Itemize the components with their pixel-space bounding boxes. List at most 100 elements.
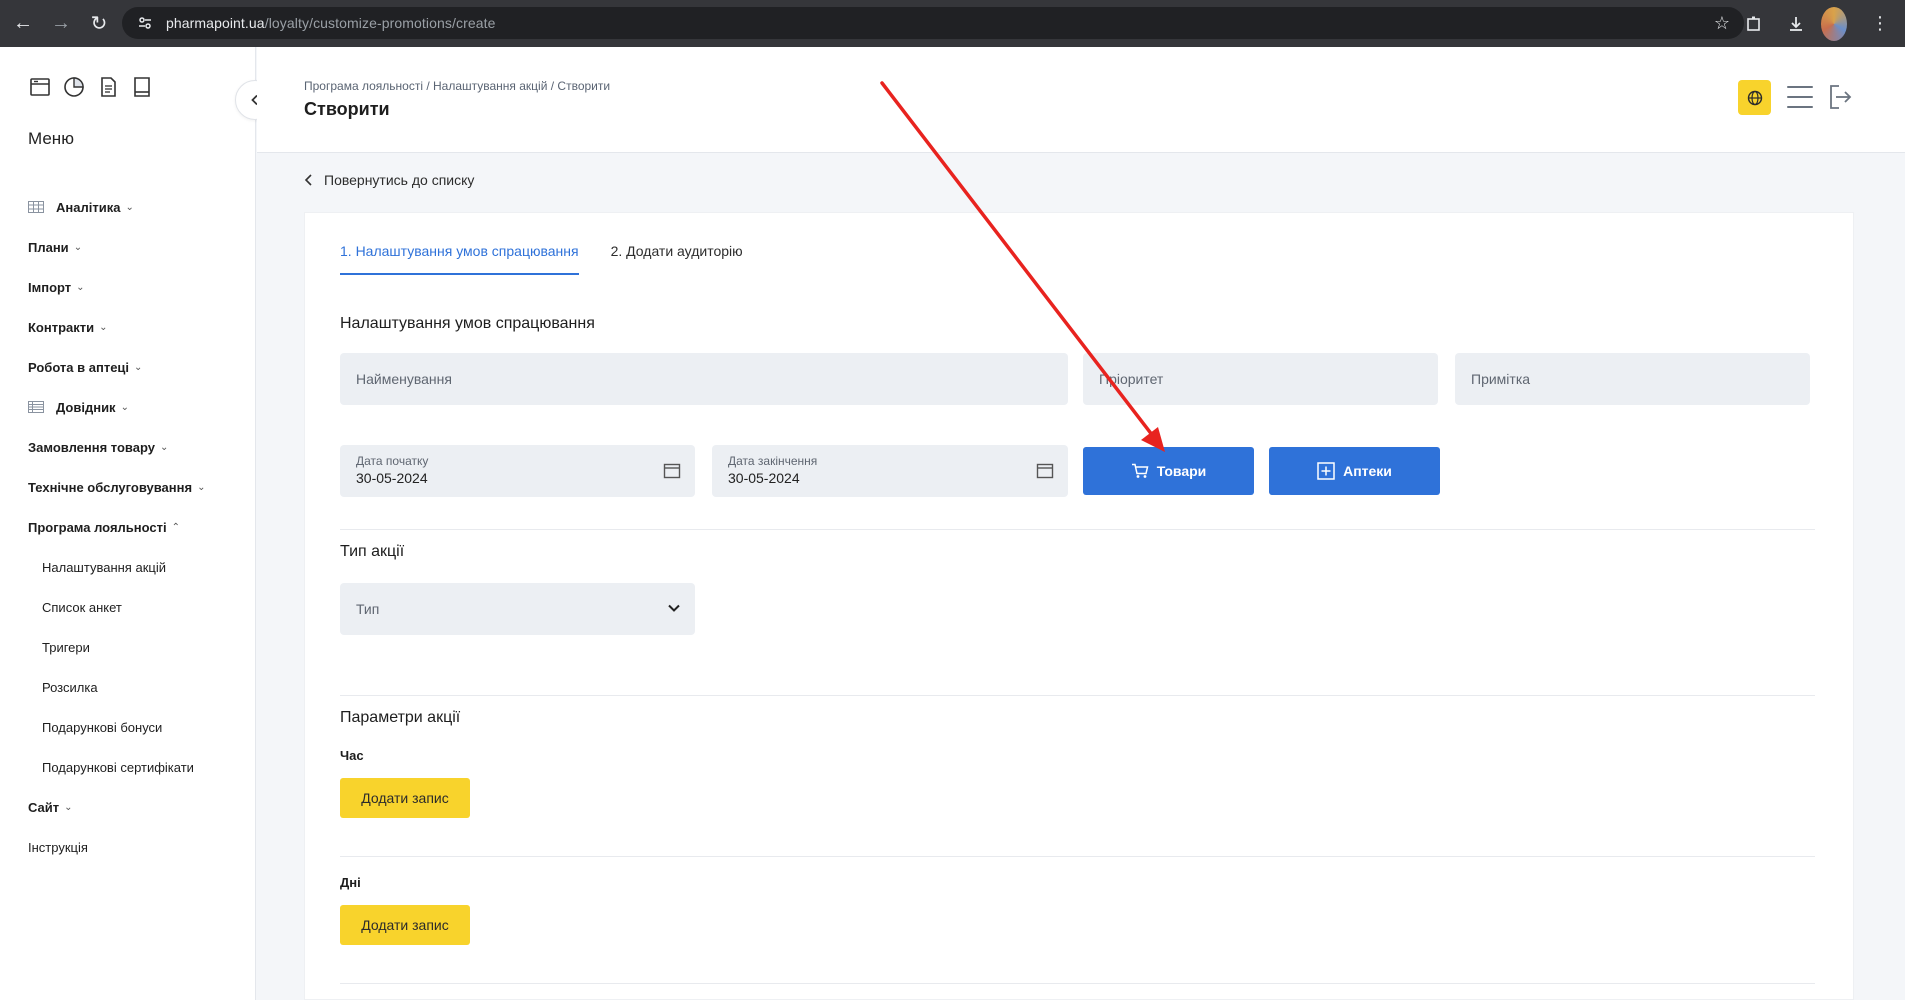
sidebar-subitem-mailing[interactable]: Розсилка xyxy=(0,667,256,707)
globe-icon xyxy=(1747,90,1762,105)
pie-chart-icon[interactable] xyxy=(62,75,86,99)
calendar-icon[interactable] xyxy=(663,462,681,480)
sidebar-quick-icons xyxy=(28,75,154,99)
days-label: Дні xyxy=(340,875,361,890)
form-tabs: 1. Налаштування умов спрацювання 2. Дода… xyxy=(340,243,743,275)
chevron-down-icon: ⌄ xyxy=(134,361,143,373)
chevron-down-icon: ⌄ xyxy=(160,441,169,453)
chevron-down-icon: ⌄ xyxy=(76,281,85,293)
divider xyxy=(340,695,1815,696)
sidebar-subitem-gift-certificates[interactable]: Подарункові сертифікати xyxy=(0,747,256,787)
sidebar-item-instruction[interactable]: Інструкція xyxy=(0,827,256,867)
sidebar-subitem-gift-bonuses[interactable]: Подарункові бонуси xyxy=(0,707,256,747)
pharmacies-button-label: Аптеки xyxy=(1343,463,1392,479)
sidebar-item-contracts[interactable]: Контракти ⌄ xyxy=(0,307,256,347)
sidebar-item-orders[interactable]: Замовлення товару ⌄ xyxy=(0,427,256,467)
sidebar-item-label: Замовлення товару xyxy=(28,439,155,455)
document-icon[interactable] xyxy=(96,75,120,99)
promo-type-select-value: Тип xyxy=(356,601,380,617)
time-label: Час xyxy=(340,748,364,763)
start-date-label: Дата початку xyxy=(356,454,429,468)
reload-icon[interactable]: ↻ xyxy=(82,7,116,41)
sidebar-item-label: Імпорт xyxy=(28,279,72,295)
note-field[interactable]: Примітка xyxy=(1455,353,1810,405)
extensions-icon[interactable] xyxy=(1737,7,1771,41)
sidebar-item-import[interactable]: Імпорт ⌄ xyxy=(0,267,256,307)
sidebar-item-label: Довідник xyxy=(56,399,116,415)
tab-conditions[interactable]: 1. Налаштування умов спрацювання xyxy=(340,243,579,275)
divider xyxy=(340,529,1815,530)
pharmacies-button[interactable]: Аптеки xyxy=(1269,447,1440,495)
chevron-down-icon xyxy=(668,604,680,612)
sidebar-subitem-triggers[interactable]: Тригери xyxy=(0,627,256,667)
breadcrumb: Програма лояльності / Налаштування акцій… xyxy=(304,79,611,93)
priority-field[interactable]: Пріоритет xyxy=(1083,353,1438,405)
browser-menu-icon[interactable]: ⋮ xyxy=(1863,7,1897,41)
goods-button[interactable]: Товари xyxy=(1083,447,1254,495)
sidebar: Меню Аналітика ⌄ Плани ⌄ Імпорт ⌄ Контра… xyxy=(0,47,256,1000)
list-icon xyxy=(28,401,44,413)
end-date-value: 30-05-2024 xyxy=(728,470,800,486)
chevron-down-icon: ⌄ xyxy=(99,321,108,333)
sidebar-item-maintenance[interactable]: Технічне обслуговування ⌄ xyxy=(0,467,256,507)
hamburger-menu-icon[interactable] xyxy=(1787,86,1813,108)
promo-type-title: Тип акції xyxy=(340,543,405,560)
add-time-record-button[interactable]: Додати запис xyxy=(340,778,470,818)
back-arrow-icon[interactable]: ← xyxy=(6,7,40,41)
back-link-label: Повернутись до списку xyxy=(324,172,475,188)
end-date-label: Дата закінчення xyxy=(728,454,818,468)
sidebar-item-loyalty[interactable]: Програма лояльності ⌃ xyxy=(0,507,256,547)
plus-square-icon xyxy=(1317,462,1335,480)
bookmark-star-icon[interactable]: ☆ xyxy=(1714,13,1730,34)
sidebar-subitem-surveys[interactable]: Список анкет xyxy=(0,587,256,627)
conditions-section-title: Налаштування умов спрацювання xyxy=(340,315,595,332)
divider xyxy=(340,856,1815,857)
calendar-icon[interactable] xyxy=(1036,462,1054,480)
chevron-left-icon xyxy=(304,174,312,186)
page-title: Створити xyxy=(304,99,390,119)
promo-params-title: Параметри акції xyxy=(340,709,461,726)
address-bar[interactable]: pharmapoint.ua/loyalty/customize-promoti… xyxy=(122,7,1744,39)
archive-icon[interactable] xyxy=(28,75,52,99)
back-to-list-link[interactable]: Повернутись до списку xyxy=(304,172,474,188)
site-settings-icon[interactable] xyxy=(136,14,154,32)
language-button[interactable] xyxy=(1738,80,1771,115)
sidebar-item-label: Програма лояльності xyxy=(28,519,167,535)
promo-type-select[interactable]: Тип xyxy=(340,583,695,635)
page-header: Програма лояльності / Налаштування акцій… xyxy=(257,47,1905,153)
sidebar-item-analytics[interactable]: Аналітика ⌄ xyxy=(0,187,256,227)
chevron-down-icon: ⌄ xyxy=(64,801,73,813)
goods-button-label: Товари xyxy=(1156,463,1207,479)
start-date-field[interactable]: Дата початку 30-05-2024 xyxy=(340,445,695,497)
sidebar-item-label: Робота в аптеці xyxy=(28,359,130,375)
chevron-up-icon: ⌃ xyxy=(171,521,181,533)
logout-icon[interactable] xyxy=(1827,83,1853,111)
sidebar-item-label: Контракти xyxy=(28,319,95,335)
browser-toolbar: ← → ↻ pharmapoint.ua/loyalty/customize-p… xyxy=(0,0,1905,47)
cart-icon xyxy=(1131,463,1149,478)
menu-title: Меню xyxy=(28,129,74,148)
download-icon[interactable] xyxy=(1779,7,1813,41)
profile-avatar[interactable] xyxy=(1821,6,1855,41)
end-date-field[interactable]: Дата закінчення 30-05-2024 xyxy=(712,445,1068,497)
sidebar-item-directory[interactable]: Довідник ⌄ xyxy=(0,387,256,427)
tab-audience[interactable]: 2. Додати аудиторію xyxy=(611,243,743,275)
sidebar-subitem-promo-settings[interactable]: Налаштування акцій xyxy=(0,547,256,587)
sidebar-item-pharmacy-work[interactable]: Робота в аптеці ⌄ xyxy=(0,347,256,387)
sidebar-item-label: Сайт xyxy=(28,799,60,815)
sidebar-menu: Аналітика ⌄ Плани ⌄ Імпорт ⌄ Контракти ⌄… xyxy=(0,187,256,867)
chevron-down-icon: ⌄ xyxy=(73,241,83,253)
chevron-down-icon: ⌄ xyxy=(125,201,134,213)
book-icon[interactable] xyxy=(130,75,154,99)
promotion-form-card: 1. Налаштування умов спрацювання 2. Дода… xyxy=(304,212,1854,1000)
divider xyxy=(340,983,1815,984)
name-field[interactable]: Найменування xyxy=(340,353,1068,405)
sidebar-item-label: Аналітика xyxy=(56,199,121,215)
chevron-down-icon: ⌄ xyxy=(120,401,129,413)
sidebar-item-plans[interactable]: Плани ⌄ xyxy=(0,227,256,267)
sidebar-item-site[interactable]: Сайт ⌄ xyxy=(0,787,256,827)
forward-arrow-icon[interactable]: → xyxy=(44,7,78,41)
chevron-down-icon: ⌄ xyxy=(197,481,206,493)
start-date-value: 30-05-2024 xyxy=(356,470,428,486)
add-days-record-button[interactable]: Додати запис xyxy=(340,905,470,945)
